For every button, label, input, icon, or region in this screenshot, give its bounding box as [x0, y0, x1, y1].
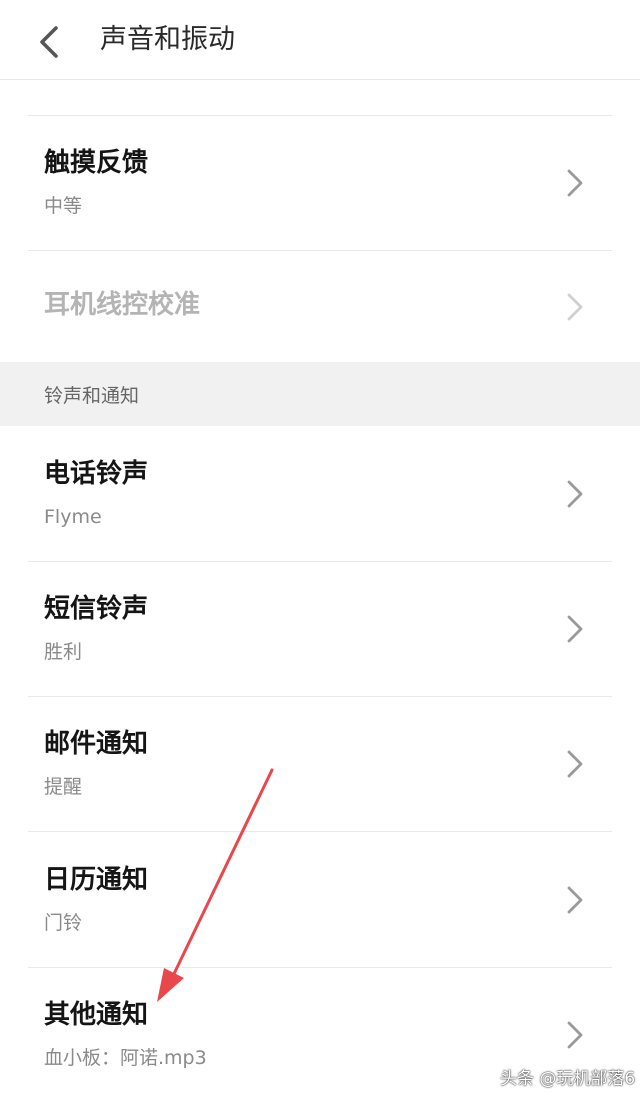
setting-headset-calibration: 耳机线控校准: [0, 251, 640, 362]
chevron-right-icon: [567, 886, 583, 914]
setting-title: 邮件通知: [44, 729, 149, 759]
chevron-right-icon: [567, 615, 583, 643]
chevron-right-icon: [567, 293, 583, 321]
setting-title: 其他通知: [44, 1000, 149, 1030]
setting-mail-notification[interactable]: 邮件通知 提醒: [0, 697, 640, 831]
setting-title: 触摸反馈: [44, 148, 149, 178]
chevron-left-icon: [40, 26, 58, 58]
setting-value: 血小板：阿诺.mp3: [44, 1047, 207, 1069]
chevron-right-icon: [567, 1021, 583, 1049]
chevron-right-icon: [567, 480, 583, 508]
chevron-right-icon: [567, 750, 583, 778]
setting-value: 胜利: [44, 641, 83, 663]
setting-sms-ringtone[interactable]: 短信铃声 胜利: [0, 562, 640, 696]
setting-title: 日历通知: [44, 865, 149, 895]
section-label: 铃声和通知: [44, 385, 140, 407]
page-title: 声音和振动: [100, 24, 235, 55]
setting-value: 中等: [44, 195, 83, 217]
setting-calendar-notification[interactable]: 日历通知 门铃: [0, 832, 640, 967]
setting-value: 提醒: [44, 776, 83, 798]
back-button[interactable]: [28, 20, 72, 64]
setting-value: 门铃: [44, 912, 83, 934]
setting-phone-ringtone[interactable]: 电话铃声 Flyme: [0, 426, 640, 561]
chevron-right-icon: [567, 169, 583, 197]
setting-title: 电话铃声: [44, 459, 149, 489]
app-header: 声音和振动: [0, 0, 640, 80]
section-header: 铃声和通知: [0, 362, 640, 426]
watermark: 头条 @玩机部落6: [500, 1069, 636, 1089]
setting-value: Flyme: [44, 506, 102, 528]
setting-touch-feedback[interactable]: 触摸反馈 中等: [0, 116, 640, 250]
setting-title: 耳机线控校准: [44, 290, 201, 320]
setting-title: 短信铃声: [44, 594, 149, 624]
